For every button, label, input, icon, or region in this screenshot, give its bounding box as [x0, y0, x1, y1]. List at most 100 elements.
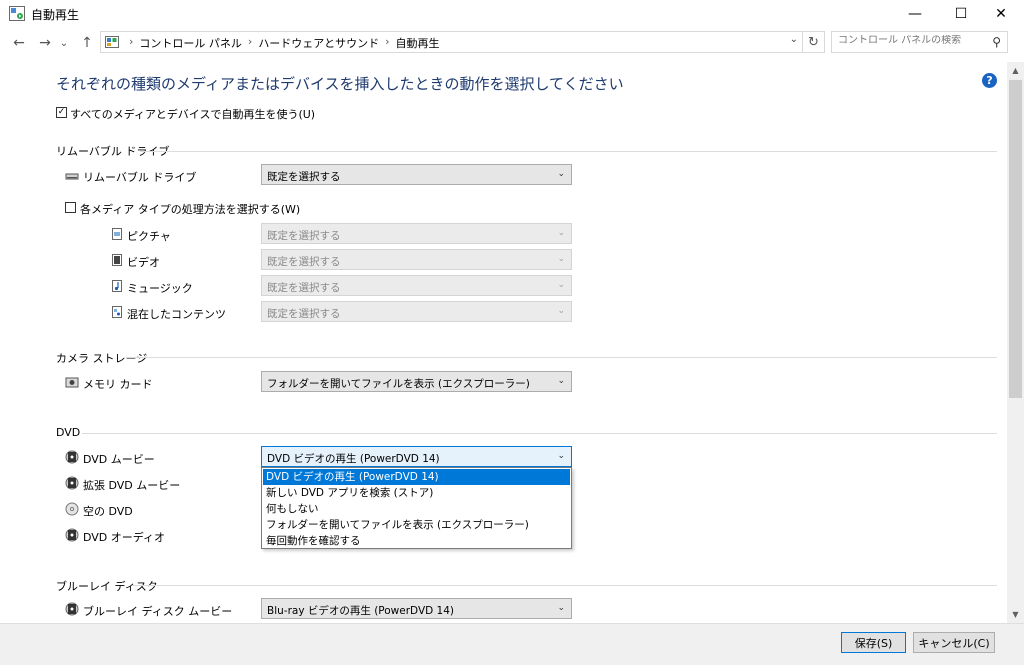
title-bar: 自動再生 — ☐ ✕	[0, 0, 1024, 28]
dropdown-option[interactable]: 何もしない	[263, 501, 570, 517]
scrollbar-thumb[interactable]	[1009, 80, 1022, 398]
chevron-down-icon: ⌄	[557, 254, 565, 264]
dvd-movie-select[interactable]: DVD ビデオの再生 (PowerDVD 14) ⌄	[261, 446, 572, 467]
video-label: ビデオ	[127, 256, 160, 269]
select-value: 既定を選択する	[267, 171, 341, 183]
checkmark-icon: ✓	[57, 107, 66, 117]
removable-drive-label: リムーバブル ドライブ	[83, 171, 197, 184]
chevron-down-icon: ⌄	[557, 280, 565, 290]
breadcrumb-separator: ›	[129, 35, 134, 48]
section-divider	[82, 433, 997, 434]
window-title: 自動再生	[31, 8, 80, 22]
blank-dvd-icon	[65, 502, 79, 516]
up-button[interactable]: ↑	[77, 33, 97, 53]
music-select: 既定を選択する ⌄	[261, 275, 572, 296]
recent-locations-button[interactable]: ⌄	[57, 33, 71, 53]
close-button[interactable]: ✕	[978, 0, 1024, 28]
arrow-left-icon: ←	[13, 35, 25, 51]
search-box[interactable]: ⚲	[831, 31, 1008, 53]
dropdown-option[interactable]: フォルダーを開いてファイルを表示 (エクスプローラー)	[263, 517, 570, 533]
video-select: 既定を選択する ⌄	[261, 249, 572, 270]
section-title-bluray: ブルーレイ ディスク	[56, 580, 158, 593]
address-dropdown-icon[interactable]: ⌄	[790, 34, 798, 45]
save-button[interactable]: 保存(S)	[841, 632, 906, 653]
breadcrumb-control-panel[interactable]: コントロール パネル	[139, 35, 242, 51]
arrow-down-icon: ▼	[1012, 610, 1019, 619]
mixed-content-select: 既定を選択する ⌄	[261, 301, 572, 322]
dvd-audio-icon	[65, 528, 79, 542]
chevron-down-icon: ⌄	[557, 376, 565, 386]
dvd-movie-dropdown-list[interactable]: DVD ビデオの再生 (PowerDVD 14) 新しい DVD アプリを検索 …	[261, 467, 572, 549]
dropdown-option[interactable]: DVD ビデオの再生 (PowerDVD 14)	[263, 469, 570, 485]
dvd-movie-icon	[65, 450, 79, 464]
mixed-content-icon	[112, 306, 122, 318]
use-autoplay-label[interactable]: すべてのメディアとデバイスで自動再生を使う(U)	[70, 106, 315, 122]
breadcrumb-separator: ›	[385, 35, 390, 48]
autoplay-icon	[9, 6, 25, 21]
memory-card-select[interactable]: フォルダーを開いてファイルを表示 (エクスプローラー) ⌄	[261, 371, 572, 392]
picture-select: 既定を選択する ⌄	[261, 223, 572, 244]
scroll-up-button[interactable]: ▲	[1007, 62, 1024, 79]
chevron-down-icon: ⌄	[557, 169, 565, 179]
select-value: Blu-ray ビデオの再生 (PowerDVD 14)	[267, 605, 455, 617]
bluray-movie-select[interactable]: Blu-ray ビデオの再生 (PowerDVD 14) ⌄	[261, 598, 572, 619]
music-icon	[112, 280, 122, 292]
section-divider	[126, 357, 997, 358]
mixed-content-label: 混在したコンテンツ	[127, 308, 226, 321]
breadcrumb: › コントロール パネル › ハードウェアとサウンド › 自動再生	[123, 35, 440, 51]
minimize-icon: —	[908, 6, 922, 22]
control-panel-icon	[105, 36, 119, 48]
close-icon: ✕	[995, 6, 1007, 22]
memory-card-icon	[65, 377, 79, 388]
dvd-movie-label: DVD ムービー	[83, 453, 155, 466]
section-divider	[132, 585, 997, 586]
select-value: 既定を選択する	[267, 308, 341, 320]
select-value: フォルダーを開いてファイルを表示 (エクスプローラー)	[267, 378, 530, 390]
video-icon	[112, 254, 122, 266]
breadcrumb-hardware-sound[interactable]: ハードウェアとサウンド	[258, 35, 379, 51]
minimize-button[interactable]: —	[892, 0, 938, 28]
refresh-icon: ↻	[808, 34, 819, 50]
search-input[interactable]	[838, 35, 988, 46]
blank-dvd-label: 空の DVD	[83, 505, 133, 518]
dropdown-option[interactable]: 毎回動作を確認する	[263, 533, 570, 549]
chevron-down-icon: ⌄	[557, 228, 565, 238]
chevron-down-icon: ⌄	[557, 603, 565, 613]
picture-label: ピクチャ	[127, 230, 171, 243]
scroll-down-button[interactable]: ▼	[1007, 606, 1024, 623]
select-value: DVD ビデオの再生 (PowerDVD 14)	[267, 453, 440, 465]
arrow-right-icon: →	[39, 35, 51, 51]
maximize-icon: ☐	[954, 6, 968, 22]
enhanced-dvd-icon	[65, 476, 79, 490]
bluray-disc-icon	[65, 602, 79, 616]
select-value: 既定を選択する	[267, 282, 341, 294]
chevron-down-icon: ⌄	[59, 37, 69, 49]
address-bar[interactable]: › コントロール パネル › ハードウェアとサウンド › 自動再生 ⌄	[100, 31, 803, 53]
removable-drive-icon	[65, 173, 79, 180]
search-icon[interactable]: ⚲	[992, 35, 1001, 49]
select-value: 既定を選択する	[267, 230, 341, 242]
section-divider	[140, 151, 997, 152]
forward-button[interactable]: →	[35, 33, 55, 53]
use-autoplay-checkbox[interactable]: ✓	[56, 107, 67, 118]
chevron-down-icon: ⌄	[557, 451, 565, 461]
arrow-up-icon: ▲	[1012, 66, 1019, 75]
cancel-button[interactable]: キャンセル(C)	[913, 632, 995, 653]
refresh-button[interactable]: ↻	[803, 31, 825, 53]
section-title-camera: カメラ ストレージ	[56, 352, 148, 365]
section-title-dvd: DVD	[56, 426, 81, 439]
back-button[interactable]: ←	[9, 33, 29, 53]
breadcrumb-autoplay[interactable]: 自動再生	[396, 35, 440, 51]
picture-icon	[112, 228, 122, 240]
dvd-audio-label: DVD オーディオ	[83, 531, 165, 544]
select-value: 既定を選択する	[267, 256, 341, 268]
music-label: ミュージック	[127, 282, 193, 295]
arrow-up-icon: ↑	[81, 35, 93, 51]
dropdown-option[interactable]: 新しい DVD アプリを検索 (ストア)	[263, 485, 570, 501]
per-media-type-checkbox[interactable]	[65, 202, 76, 213]
breadcrumb-separator: ›	[247, 35, 253, 48]
memory-card-label: メモリ カード	[83, 378, 153, 391]
removable-drive-select[interactable]: 既定を選択する ⌄	[261, 164, 572, 185]
per-media-type-label[interactable]: 各メディア タイプの処理方法を選択する(W)	[80, 201, 300, 217]
help-icon[interactable]: ?	[982, 73, 997, 88]
